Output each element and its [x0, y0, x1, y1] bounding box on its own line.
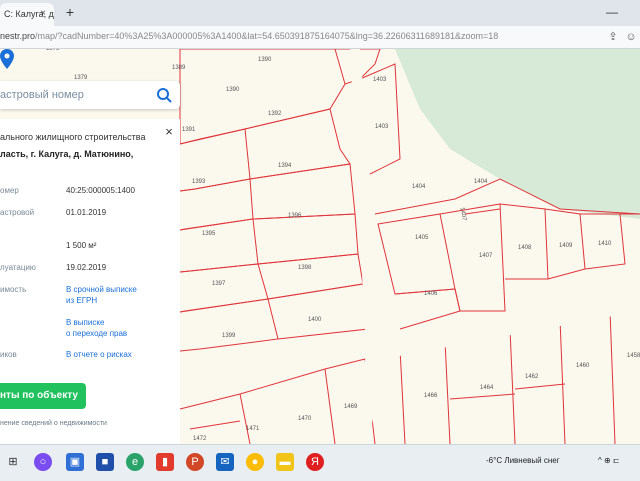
plot-label[interactable]: 1404 — [474, 179, 487, 185]
store-icon[interactable]: ■ — [96, 453, 114, 471]
area-value: 1 500 м² — [66, 241, 97, 250]
value-key: имость — [0, 285, 27, 294]
plot-label[interactable]: 1404 — [412, 184, 425, 190]
plot-label[interactable]: 1396 — [288, 213, 301, 219]
plot-label[interactable]: 1460 — [576, 363, 589, 369]
plot-label[interactable]: 1391 — [182, 127, 195, 133]
road — [350, 49, 380, 444]
plot-label[interactable]: 1398 — [298, 265, 311, 271]
plot-label[interactable]: 1410 — [598, 241, 611, 247]
plot-label[interactable]: 1393 — [192, 179, 205, 185]
plot-label[interactable]: 1397 — [212, 281, 225, 287]
office-icon[interactable]: ▮ — [156, 453, 174, 471]
egrn-extract-link-line1: В срочной выписке — [66, 285, 137, 294]
mail-icon[interactable]: ✉ — [216, 453, 234, 471]
commissioning-value: 19.02.2019 — [66, 263, 107, 272]
card-footer-link[interactable]: нение сведений о недвижимости — [0, 420, 107, 427]
close-tab-icon[interactable]: × — [38, 9, 48, 19]
plot-label[interactable]: 1466 — [424, 393, 437, 399]
taskview-icon[interactable]: ⊞ — [4, 453, 22, 471]
system-tray[interactable]: ^ ⊕ ⊏ — [598, 456, 620, 465]
card-land-use: ального жилищного строительства — [0, 132, 146, 142]
url-path: /map/?cadNumber=40%3A25%3A000005%3A1400&… — [35, 31, 499, 41]
explorer-icon[interactable]: ▬ — [276, 453, 294, 471]
plot-label[interactable]: 1390 — [226, 87, 239, 93]
minimize-window-button[interactable]: — — [600, 4, 624, 20]
edge-icon[interactable]: e — [126, 453, 144, 471]
new-tab-button[interactable]: + — [62, 4, 78, 20]
registration-date-key: астровой — [0, 208, 35, 217]
plot-label[interactable]: 1469 — [344, 404, 357, 410]
plot-label[interactable]: 1390 — [258, 57, 271, 63]
plot-label[interactable]: 1405 — [415, 235, 428, 241]
plot-label[interactable]: 1407 — [479, 253, 492, 259]
search-icon[interactable] — [156, 87, 172, 103]
object-card: × ального жилищного строительства ласть,… — [0, 119, 180, 444]
owners-key: иков — [0, 350, 17, 359]
risk-report-link[interactable]: В отчете о рисках — [66, 349, 132, 360]
plot-label[interactable]: 1400 — [308, 317, 321, 323]
road — [365, 299, 640, 361]
plot-label[interactable]: 1389 — [172, 65, 185, 71]
browser-tab[interactable]: С: Калуга, д. × — [0, 3, 54, 26]
chrome-icon[interactable]: ● — [246, 453, 264, 471]
plot-label[interactable]: 1470 — [298, 416, 311, 422]
zoom-icon[interactable]: ▣ — [66, 453, 84, 471]
close-icon[interactable]: × — [163, 125, 175, 138]
profile-icon[interactable]: ☺ — [624, 30, 638, 44]
powerpoint-icon[interactable]: P — [186, 453, 204, 471]
url-host: nestr.pro — [0, 31, 36, 41]
egrn-extract-link-line2: из ЕГРН — [66, 296, 98, 305]
rights-transfer-link[interactable]: В выписке о переходе прав — [66, 317, 127, 339]
plot-label[interactable]: 1462 — [525, 374, 538, 380]
plot-label[interactable]: 1399 — [222, 333, 235, 339]
cadastral-search[interactable]: астровый номер — [0, 81, 180, 109]
card-address: ласть, г. Калуга, д. Матюнино, — [0, 149, 134, 159]
plot-label[interactable]: 1409 — [559, 243, 572, 249]
url-text[interactable]: nestr.pro/map/?cadNumber=40%3A25%3A00000… — [0, 31, 498, 41]
egrn-extract-link[interactable]: В срочной выписке из ЕГРН — [66, 284, 137, 306]
plot-label[interactable]: 1472 — [193, 436, 206, 442]
plot-label[interactable]: 1378 — [46, 49, 59, 52]
yandex-icon[interactable]: Я — [306, 453, 324, 471]
location-pin-icon[interactable] — [0, 49, 14, 69]
plot-label[interactable]: 1408 — [518, 245, 531, 251]
plot-label[interactable]: 1403 — [375, 124, 388, 130]
plot-label[interactable]: 1392 — [268, 111, 281, 117]
green-area — [395, 49, 640, 219]
plot-label[interactable]: 1471 — [246, 426, 259, 432]
registration-date-value: 01.01.2019 — [66, 208, 107, 217]
object-documents-button[interactable]: нты по объекту — [0, 383, 86, 409]
windows-taskbar: ⊞ ○ ▣ ■ e ▮ P ✉ ● ▬ Я -6°C Ливневый снег… — [0, 444, 640, 481]
plot-label[interactable]: 1395 — [202, 231, 215, 237]
search-input[interactable]: астровый номер — [0, 89, 84, 101]
rights-transfer-link-line2: о переходе прав — [66, 329, 128, 338]
rights-transfer-link-line1: В выписке — [66, 318, 105, 327]
cadastral-number-key: омер — [0, 186, 19, 195]
circle-app-icon[interactable]: ○ — [34, 453, 52, 471]
weather-widget[interactable]: -6°C Ливневый снег — [486, 456, 560, 465]
plot-label[interactable]: 1394 — [278, 163, 291, 169]
cadastral-number-value: 40:25:000005:1400 — [66, 186, 135, 195]
plot-label[interactable]: 1403 — [373, 77, 386, 83]
plot-label[interactable]: 1406 — [424, 291, 437, 297]
commissioning-key: луатацию — [0, 263, 36, 272]
browser-tab-strip: С: Калуга, д. × + — — [0, 0, 640, 26]
plot-label[interactable]: 1458 — [627, 353, 640, 359]
plot-label[interactable]: 1464 — [480, 385, 493, 391]
share-icon[interactable]: ⇪ — [606, 30, 620, 44]
address-bar[interactable]: nestr.pro/map/?cadNumber=40%3A25%3A00000… — [0, 26, 640, 49]
